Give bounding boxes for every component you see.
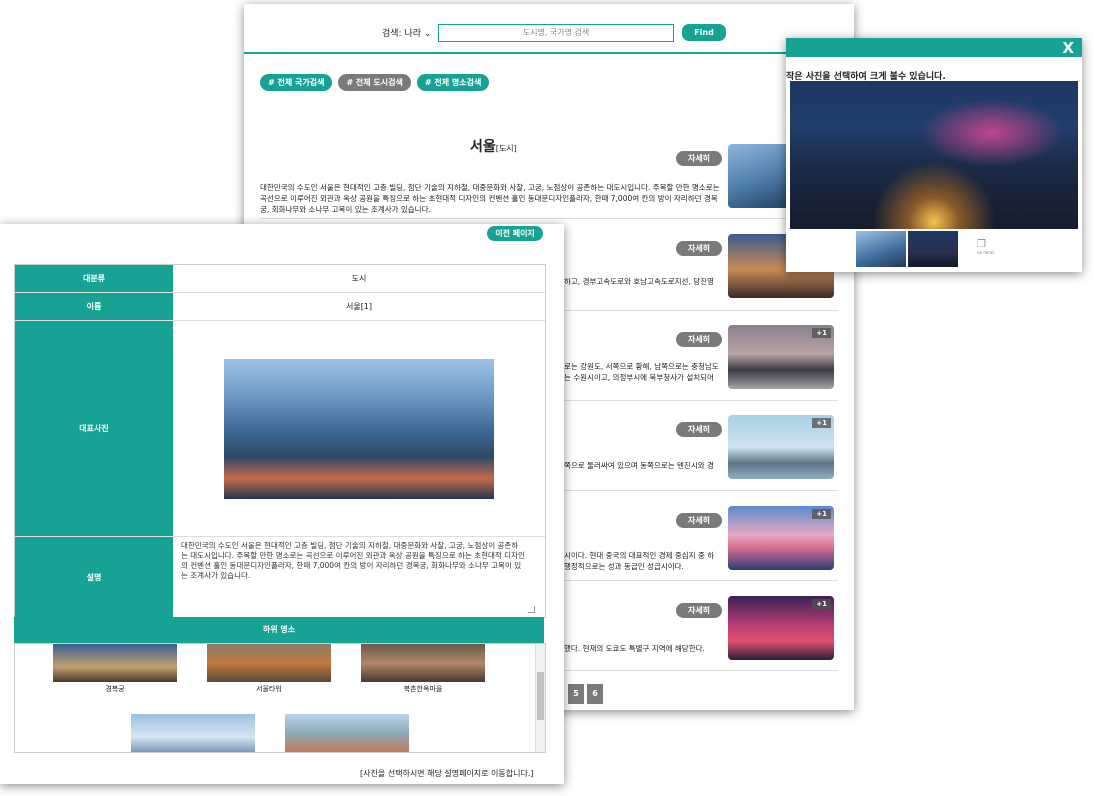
result-snippet: 로는 강원도, 서쪽으로 황해, 남쪽으로는 충청남도 는 수원시이고, 의정부… [564, 362, 719, 382]
result-title: 서울[도시] [470, 139, 517, 155]
detail-button[interactable]: 자세히 [676, 332, 722, 347]
sub-place-photo[interactable] [207, 644, 331, 682]
scrollbar-thumb[interactable] [537, 672, 544, 720]
filter-chips: # 전체 국가검색 # 전체 도시검색 # 전체 명소검색 [260, 70, 495, 91]
photo-viewer-popup: X 작은 사진을 선택하여 크게 볼수 있습니다. ❐ no detail [786, 38, 1082, 272]
result-snippet: 하고, 경부고속도로와 호남고속도로지선, 당진영 [564, 277, 714, 286]
viewer-thumbnail[interactable] [908, 231, 958, 267]
category-label: 대분류 [15, 265, 173, 292]
sub-place-caption: 북촌한옥마을 [403, 685, 443, 693]
page-button-6[interactable]: 6 [587, 684, 603, 704]
result-snippet: 쪽으로 둘러싸여 있으며 동쪽으로는 톈진시와 경 [564, 461, 714, 470]
photo-label: 대표사진 [15, 321, 173, 536]
footnote: [사진을 선택하시면 해당 설명페이지로 이동합니다.] [360, 769, 534, 778]
sub-place-caption: 경복궁 [105, 685, 125, 693]
prev-page-button[interactable]: 이전 페이지 [487, 226, 543, 241]
name-row: 이름 서울[1] [15, 293, 545, 321]
detail-window: 이전 페이지 대분류 도시 이름 서울[1] 대표사진 설명 대한민국의 수도인… [0, 224, 564, 784]
sub-place-photo[interactable] [131, 714, 255, 752]
filter-city-chip[interactable]: # 전체 도시검색 [338, 74, 411, 91]
find-button[interactable]: Find [682, 24, 726, 41]
search-bar: 검색: 나라 ⌄ 도시명, 국가명 검색 Find [244, 4, 854, 54]
description-label: 설명 [15, 537, 173, 617]
result-thumbnail[interactable]: +1 [728, 596, 834, 660]
sub-place-caption: 서울타워 [256, 685, 282, 693]
divider [260, 218, 838, 219]
viewer-main-photo [790, 81, 1078, 229]
result-thumbnail[interactable]: +1 [728, 506, 834, 570]
photo-count-badge: +1 [812, 599, 831, 609]
photo-count-badge: +1 [812, 328, 831, 338]
photo-cell [173, 321, 545, 536]
result-description: 대한민국의 수도인 서울은 현대적인 고층 빌딩, 첨단 기술의 지하철, 대중… [260, 183, 720, 214]
search-type-select[interactable]: 검색: 나라 ⌄ [382, 26, 431, 39]
photo-count-badge: +1 [812, 509, 831, 519]
result-thumbnail[interactable]: +1 [728, 325, 834, 389]
sub-places-header: 하위 명소 [14, 617, 544, 643]
detail-table: 대분류 도시 이름 서울[1] 대표사진 설명 대한민국의 수도인 서울은 현대… [14, 264, 546, 618]
result-snippet: 했다. 현재의 도쿄도 특별구 지역에 해당한다. [564, 644, 705, 653]
close-icon[interactable]: X [1062, 39, 1074, 57]
filter-landmark-chip[interactable]: # 전체 명소검색 [416, 74, 490, 91]
result-thumbnail[interactable]: +1 [728, 415, 834, 479]
detail-button[interactable]: 자세히 [676, 241, 722, 256]
name-value: 서울[1] [345, 302, 373, 311]
sub-place-photo[interactable] [53, 644, 177, 682]
image-placeholder-icon: ❐ no detail [977, 239, 995, 255]
viewer-thumbnail[interactable] [856, 231, 906, 267]
result-title-tag: [도시] [495, 144, 517, 153]
representative-photo[interactable] [224, 358, 494, 499]
detail-button[interactable]: 자세히 [676, 151, 722, 166]
filter-country-chip[interactable]: # 전체 국가검색 [260, 74, 333, 91]
description-textarea[interactable]: 대한민국의 수도인 서울은 현대적인 고층 빌딩, 첨단 기술의 지하철, 대중… [181, 541, 525, 605]
page-button-5[interactable]: 5 [568, 684, 584, 704]
result-snippet: 시이다. 현대 중국의 대표적인 경제 중심지 중 하 행정적으로는 성과 동급… [564, 551, 715, 571]
sub-places-list: 경복궁 서울타워 북촌한옥마을 [14, 643, 546, 753]
sub-place-photo[interactable] [361, 644, 485, 682]
description-row: 설명 대한민국의 수도인 서울은 현대적인 고층 빌딩, 첨단 기술의 지하철,… [15, 537, 545, 617]
detail-button[interactable]: 자세히 [676, 603, 722, 618]
photo-row: 대표사진 [15, 321, 545, 537]
detail-button[interactable]: 자세히 [676, 513, 722, 528]
sub-place-photo[interactable] [285, 714, 409, 752]
search-input[interactable]: 도시명, 국가명 검색 [438, 24, 674, 42]
detail-button[interactable]: 자세히 [676, 422, 722, 437]
photo-count-badge: +1 [812, 418, 831, 428]
name-label: 이름 [15, 293, 173, 320]
resize-handle-icon[interactable] [528, 606, 535, 613]
category-row: 대분류 도시 [15, 265, 545, 293]
viewer-header: X [786, 38, 1082, 57]
category-value: 도시 [351, 274, 367, 283]
sub-places-scrollbar[interactable] [535, 644, 545, 752]
